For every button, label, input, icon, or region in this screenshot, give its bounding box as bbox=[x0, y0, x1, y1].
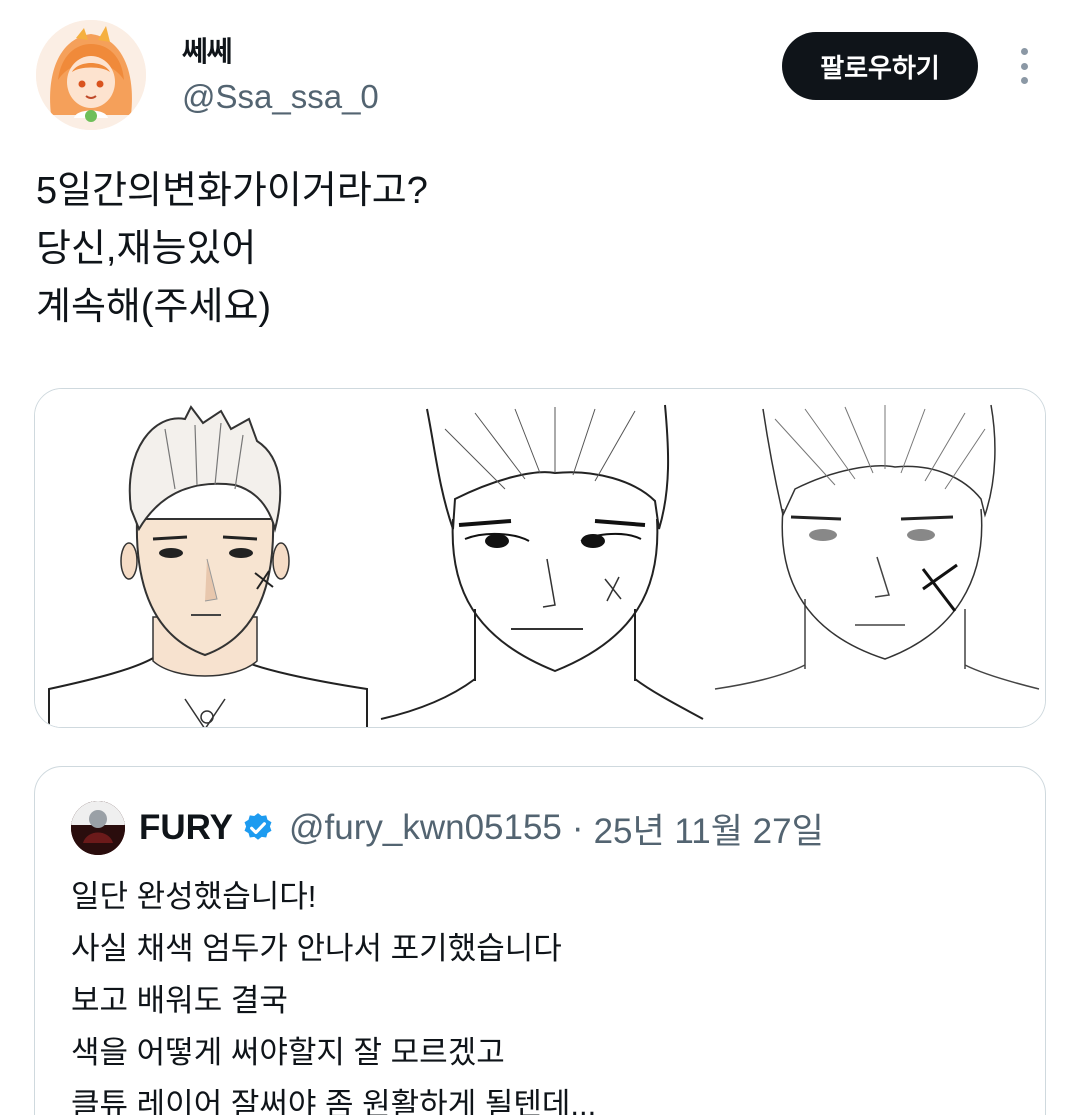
tweet-header: 쎄쎄 @Ssa_ssa_0 팔로우하기 bbox=[36, 18, 1046, 133]
quoted-separator: · bbox=[571, 808, 584, 847]
quoted-author-handle[interactable]: @fury_kwn05155 bbox=[289, 808, 562, 848]
tweet-line: 당신,재능있어 bbox=[36, 228, 257, 270]
quoted-author-avatar[interactable] bbox=[71, 801, 125, 855]
quoted-author-name[interactable]: FURY bbox=[139, 808, 233, 848]
follow-button[interactable]: 팔로우하기 bbox=[782, 32, 978, 100]
quoted-tweet-text: 일단 완성했습니다! 사실 채색 엄두가 안나서 포기했습니다 보고 배워도 결… bbox=[71, 871, 596, 1115]
more-vertical-icon[interactable] bbox=[1014, 48, 1034, 84]
tweet-media-image[interactable] bbox=[34, 388, 1046, 728]
verified-badge-icon bbox=[244, 813, 272, 840]
more-dot bbox=[1020, 62, 1028, 70]
tweet-text: 5일간의변화가이거라고? 당신,재능있어 계속해(주세요) bbox=[36, 162, 428, 336]
author-display-name[interactable]: 쎄쎄 bbox=[182, 30, 233, 70]
more-dot bbox=[1020, 48, 1028, 55]
drawing-comparison-image bbox=[35, 389, 1045, 727]
quoted-tweet-header: FURY @fury_kwn05155 · 25년 11월 27일 bbox=[71, 801, 824, 855]
quoted-tweet[interactable]: FURY @fury_kwn05155 · 25년 11월 27일 일단 완성했… bbox=[34, 766, 1046, 1115]
tweet-line: 계속해(주세요) bbox=[36, 286, 272, 328]
quoted-avatar-icon bbox=[71, 801, 125, 855]
drawing-panel-colored bbox=[45, 405, 370, 727]
anime-girl-avatar-icon bbox=[36, 20, 146, 130]
quoted-line: 클튜 레이어 잘써야 좀 원활하게 될텐데... bbox=[71, 1087, 597, 1115]
quoted-date[interactable]: 25년 11월 27일 bbox=[594, 803, 824, 854]
quoted-line: 사실 채색 엄두가 안나서 포기했습니다 bbox=[71, 931, 562, 966]
quoted-line: 일단 완성했습니다! bbox=[71, 879, 317, 914]
more-dot bbox=[1020, 77, 1028, 84]
author-handle[interactable]: @Ssa_ssa_0 bbox=[182, 78, 379, 116]
author-avatar[interactable] bbox=[36, 20, 146, 130]
quoted-line: 색을 어떻게 써야할지 잘 모르겠고 bbox=[71, 1035, 505, 1070]
tweet-line: 5일간의변화가이거라고? bbox=[36, 170, 428, 212]
quoted-line: 보고 배워도 결국 bbox=[71, 983, 288, 1018]
